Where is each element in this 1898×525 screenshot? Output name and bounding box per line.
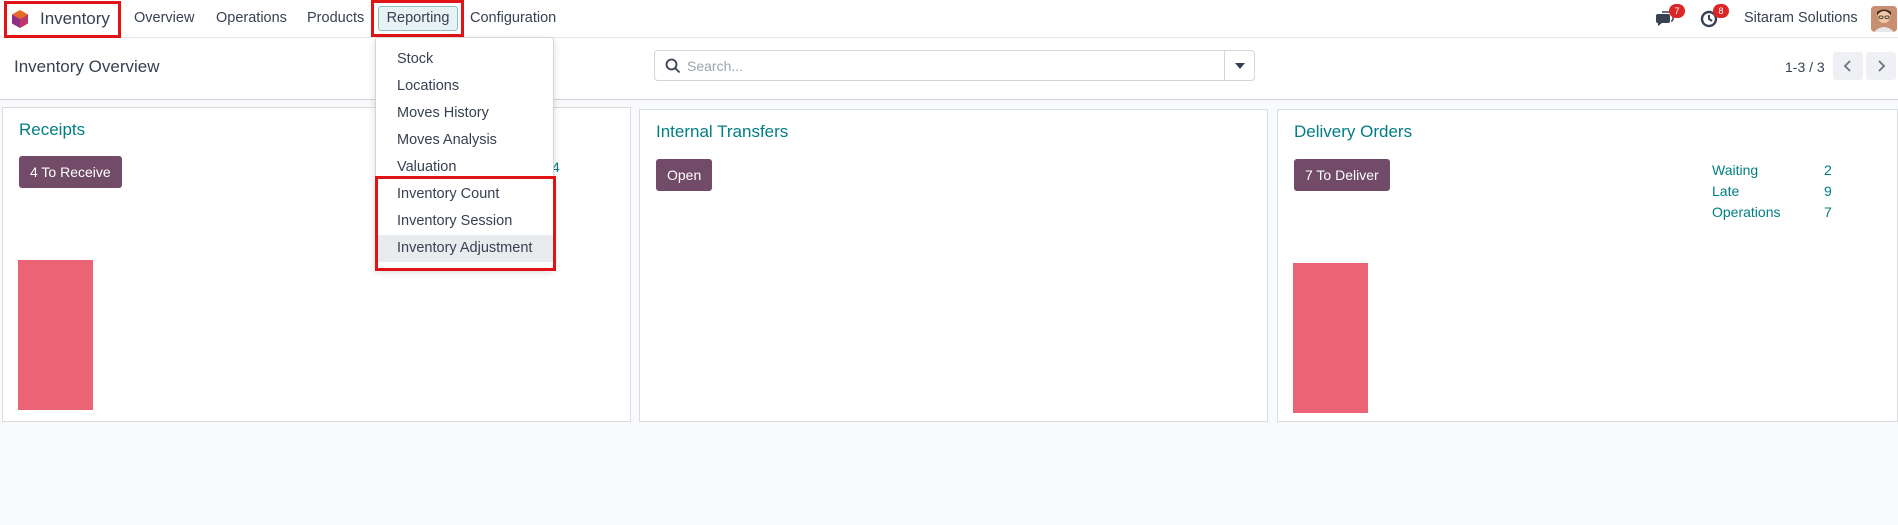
search-bar[interactable]	[654, 50, 1255, 81]
open-button[interactable]: Open	[656, 159, 713, 191]
stat-waiting-value[interactable]: 2	[1824, 162, 1832, 178]
nav-products[interactable]: Products	[307, 10, 364, 26]
pager-value[interactable]: 1-3 / 3	[1785, 59, 1825, 75]
search-options-toggle[interactable]	[1224, 51, 1254, 80]
messages-icon[interactable]: 7	[1655, 4, 1685, 29]
delivery-graph-bar[interactable]	[1293, 263, 1368, 413]
top-navbar: Inventory Overview Operations Products R…	[0, 0, 1898, 38]
delivery-orders-card: Delivery Orders 7 To Deliver Waiting 2 L…	[1277, 109, 1898, 422]
internal-transfers-card: Internal Transfers Open	[639, 109, 1268, 422]
control-panel: Inventory Overview 1-3 / 3	[0, 38, 1898, 100]
stat-late-value[interactable]: 9	[1824, 183, 1832, 199]
stat-late-label[interactable]: Late	[1712, 183, 1739, 199]
search-icon	[665, 58, 681, 74]
activities-badge: 8	[1713, 4, 1729, 18]
card-title-receipts[interactable]: Receipts	[19, 120, 85, 140]
card-title-delivery-orders[interactable]: Delivery Orders	[1294, 122, 1412, 142]
to-receive-button[interactable]: 4 To Receive	[19, 156, 122, 188]
search-input[interactable]	[687, 56, 1227, 76]
pager-next-button[interactable]	[1866, 52, 1896, 80]
activities-icon[interactable]: 8	[1699, 4, 1729, 29]
pager-previous-button[interactable]	[1833, 52, 1863, 80]
user-avatar[interactable]	[1871, 6, 1897, 32]
highlight-reporting	[371, 0, 464, 37]
nav-operations[interactable]: Operations	[216, 10, 287, 26]
company-switcher[interactable]: Sitaram Solutions	[1744, 10, 1858, 26]
page-title: Inventory Overview	[14, 57, 160, 76]
menu-item-moves-analysis[interactable]: Moves Analysis	[377, 127, 554, 154]
menu-item-locations[interactable]: Locations	[377, 73, 554, 100]
stat-operations-value[interactable]: 7	[1824, 204, 1832, 220]
nav-configuration[interactable]: Configuration	[470, 10, 556, 26]
highlight-inventory-items	[375, 176, 556, 271]
receipts-graph-bar[interactable]	[18, 260, 93, 410]
nav-overview[interactable]: Overview	[134, 10, 194, 26]
to-deliver-button[interactable]: 7 To Deliver	[1294, 159, 1390, 191]
menu-item-stock[interactable]: Stock	[377, 46, 554, 73]
messages-badge: 7	[1669, 4, 1685, 18]
stat-waiting-label[interactable]: Waiting	[1712, 162, 1758, 178]
highlight-app-name	[4, 1, 121, 38]
stat-operations-label[interactable]: Operations	[1712, 204, 1780, 220]
menu-item-moves-history[interactable]: Moves History	[377, 100, 554, 127]
card-title-internal-transfers[interactable]: Internal Transfers	[656, 122, 788, 142]
